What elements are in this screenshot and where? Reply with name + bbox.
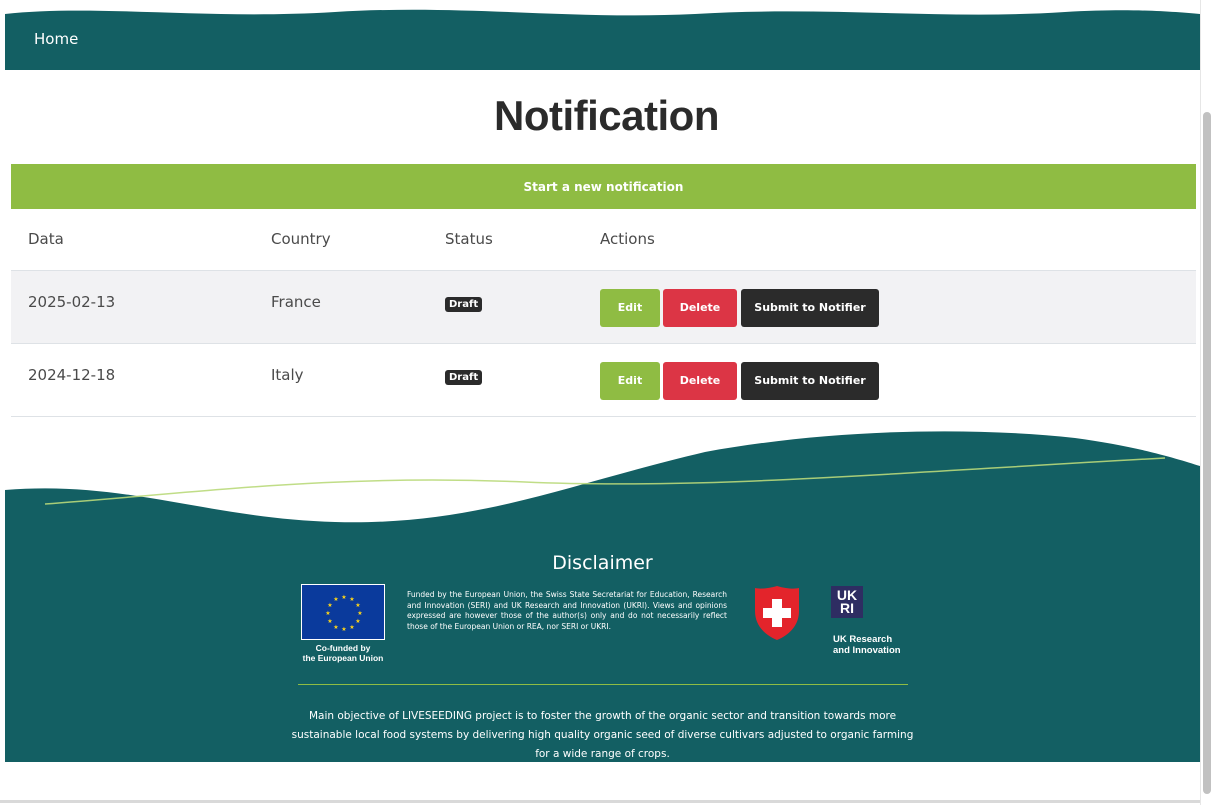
site-footer: Disclaimer ★ ★ ★ ★ ★ ★ ★ ★ ★ ★ ★ ★ Co-funded by … [5,430,1200,762]
eu-caption-line2: the European Union [302,653,384,663]
column-header-country: Country [254,209,428,271]
status-badge: Draft [445,296,483,312]
row-country: Italy [254,343,428,417]
row-actions-cell: Edit Delete Submit to Notifier [583,270,1196,344]
svg-text:★: ★ [357,610,362,617]
notifications-table: Data Country Status Actions 2025-02-13 F… [11,209,1196,417]
svg-text:★: ★ [349,624,354,631]
ukri-caption: UK Research and Innovation [833,634,923,656]
svg-text:★: ★ [355,618,360,625]
eu-caption: Co-funded by the European Union [287,643,399,663]
disclaimer-title: Disclaimer [552,552,653,574]
row-country: France [254,270,428,344]
page-title: Notification [494,92,719,139]
eu-caption-line1: Co-funded by [315,643,371,653]
ukri-caption-line2: and Innovation [833,645,901,656]
ukri-logo: UK RI UK Research and Innovation [831,586,911,658]
svg-text:★: ★ [341,594,346,601]
column-header-data: Data [11,209,254,271]
ukri-mark-line2: RI [840,600,854,616]
svg-text:★: ★ [325,610,330,617]
row-actions-cell: Edit Delete Submit to Notifier [583,343,1196,417]
edit-button[interactable]: Edit [600,288,660,327]
delete-button[interactable]: Delete [663,361,737,400]
footer-divider [298,684,908,685]
header-wave [5,9,1200,70]
row-date: 2024-12-18 [11,343,254,417]
table-header-row: Data Country Status Actions [11,209,1196,271]
submit-to-notifier-button[interactable]: Submit to Notifier [741,288,879,327]
column-header-status: Status [428,209,583,271]
column-header-actions: Actions [583,209,1196,271]
edit-button[interactable]: Edit [600,361,660,400]
svg-text:★: ★ [355,602,360,609]
row-status-cell: Draft [428,343,583,417]
ukri-mark-icon: UK RI [831,586,863,618]
site-header: Home [5,0,1200,70]
svg-text:★: ★ [333,624,338,631]
table-row: 2025-02-13 France Draft Edit Delete Submit… [11,270,1196,344]
svg-text:★: ★ [333,596,338,603]
eu-stars-icon: ★ ★★ ★★★ ★★★ ★★★ [325,594,362,633]
eu-flag-logo: ★ ★ ★ ★ ★ ★ ★ ★ ★ ★ ★ ★ [301,584,385,640]
swiss-shield-icon [755,586,799,640]
row-status-cell: Draft [428,270,583,344]
funding-disclaimer-text: Funded by the European Union, the Swiss … [407,590,727,631]
scrollbar-thumb[interactable] [1203,112,1211,794]
nav-home-link[interactable]: Home [34,30,78,48]
status-badge: Draft [445,369,483,385]
svg-text:★: ★ [327,618,332,625]
svg-text:★: ★ [327,602,332,609]
ukri-caption-line1: UK Research [833,634,893,645]
main-objective-text: Main objective of LIVESEEDING project is… [291,710,914,760]
window-bottom-border [0,800,1200,803]
svg-text:★: ★ [341,626,346,633]
row-date: 2025-02-13 [11,270,254,344]
start-new-notification-button[interactable]: Start a new notification [11,164,1196,209]
svg-text:★: ★ [349,596,354,603]
table-row: 2024-12-18 Italy Draft Edit Delete Submit … [11,343,1196,417]
delete-button[interactable]: Delete [663,288,737,327]
submit-to-notifier-button[interactable]: Submit to Notifier [741,361,879,400]
